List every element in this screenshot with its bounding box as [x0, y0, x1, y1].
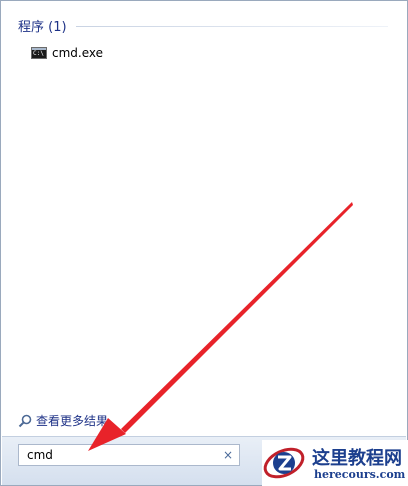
start-menu: 程序 (1) C:\ cmd.exe 查看更多结果	[0, 0, 408, 486]
watermark-title: 这里教程网	[312, 448, 402, 469]
search-input[interactable]	[19, 446, 217, 464]
search-box[interactable]: ×	[18, 444, 240, 466]
result-item-label: cmd.exe	[52, 46, 104, 60]
section-header-programs: 程序 (1)	[18, 20, 67, 35]
watermark: 这里教程网 herecours.com	[262, 440, 408, 486]
clear-search-icon[interactable]: ×	[223, 449, 233, 461]
watermark-subtitle: herecours.com	[314, 468, 406, 481]
see-more-label: 查看更多结果	[36, 414, 109, 428]
see-more-results-link[interactable]: 查看更多结果	[18, 412, 108, 429]
section-divider	[76, 26, 388, 27]
results-pane: 程序 (1) C:\ cmd.exe 查看更多结果	[2, 2, 406, 436]
cmd-icon: C:\	[31, 47, 47, 59]
search-icon	[18, 414, 32, 427]
site-logo-icon	[263, 447, 305, 479]
result-item-cmd[interactable]: C:\ cmd.exe	[24, 42, 274, 64]
